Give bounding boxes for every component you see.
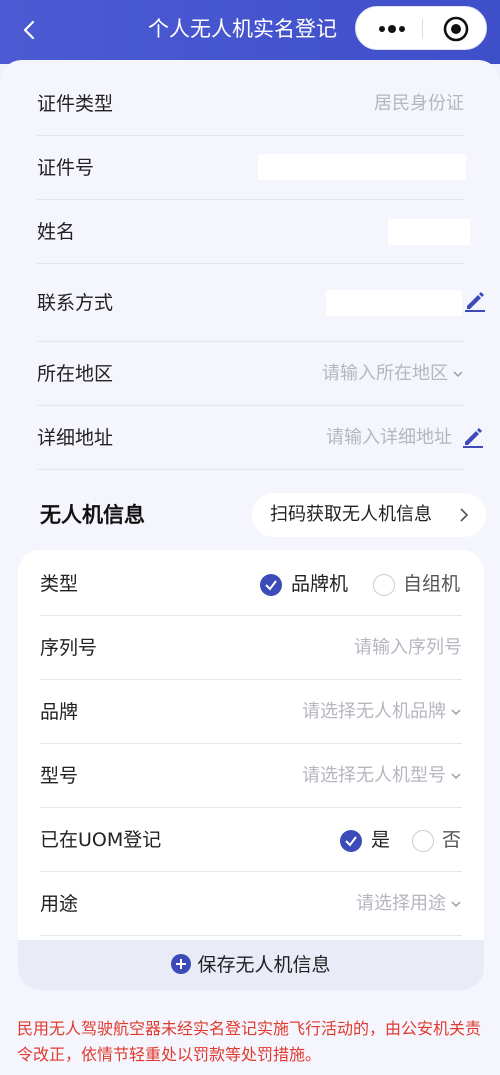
serial-label: 序列号 — [40, 637, 98, 659]
radio-brand-label[interactable]: 品牌机 — [291, 552, 348, 616]
chevron-down-icon — [451, 709, 461, 716]
region-label: 所在地区 — [37, 363, 114, 385]
drone-info-card: 类型 品牌机 自组机 序列号 请输入序列号 品牌 请选择无人机品牌 型号 请选择… — [18, 550, 484, 990]
region-row[interactable]: 所在地区 请输入所在地区 — [37, 342, 464, 406]
chevron-down-icon — [451, 773, 461, 780]
uom-label: 已在UOM登记 — [40, 829, 162, 851]
name-input[interactable] — [388, 219, 470, 245]
edit-contact-icon[interactable] — [463, 289, 487, 313]
radio-uom-yes-label[interactable]: 是 — [371, 808, 390, 872]
model-select[interactable]: 请选择无人机型号 — [302, 744, 462, 808]
serial-row: 序列号 请输入序列号 — [40, 616, 462, 680]
id-type-row[interactable]: 证件类型 居民身份证 — [37, 72, 464, 136]
chevron-down-icon — [451, 901, 461, 908]
save-button-label: 保存无人机信息 — [197, 954, 331, 976]
uom-row: 已在UOM登记 是 否 — [40, 808, 462, 872]
model-label: 型号 — [40, 765, 79, 787]
brand-label: 品牌 — [40, 701, 79, 723]
radio-uom-no-label[interactable]: 否 — [442, 808, 461, 872]
radio-uom-yes-selected[interactable] — [340, 830, 362, 852]
check-icon — [345, 836, 357, 847]
id-type-label: 证件类型 — [37, 93, 114, 115]
drone-type-row: 类型 品牌机 自组机 — [40, 552, 462, 616]
id-number-input[interactable] — [258, 154, 466, 180]
brand-row[interactable]: 品牌 请选择无人机品牌 — [40, 680, 462, 744]
drone-type-label: 类型 — [40, 573, 79, 595]
page-title: 个人无人机实名登记 — [148, 17, 337, 41]
id-number-label: 证件号 — [37, 157, 95, 179]
more-icon[interactable] — [374, 19, 410, 39]
plus-circle-icon — [171, 954, 192, 974]
usage-select[interactable]: 请选择用途 — [356, 872, 462, 936]
name-label: 姓名 — [37, 221, 76, 243]
radio-uom-no[interactable] — [412, 830, 434, 852]
region-select[interactable]: 请输入所在地区 — [322, 342, 464, 406]
check-icon — [265, 580, 277, 591]
legal-warning-text: 民用无人驾驶航空器未经实名登记实施飞行活动的，由公安机关责令改正，依情节轻重处以… — [17, 1019, 482, 1064]
radio-custom-label[interactable]: 自组机 — [403, 552, 460, 616]
capsule-divider — [422, 19, 423, 39]
contact-label: 联系方式 — [37, 292, 114, 314]
back-arrow-icon[interactable] — [18, 18, 42, 42]
drone-section-title: 无人机信息 — [40, 503, 145, 527]
radio-custom[interactable] — [373, 574, 395, 596]
usage-row[interactable]: 用途 请选择用途 — [40, 872, 462, 936]
address-row: 详细地址 请输入详细地址 — [37, 406, 464, 470]
chevron-down-icon — [453, 371, 463, 378]
contact-input[interactable] — [326, 290, 462, 316]
model-row[interactable]: 型号 请选择无人机型号 — [40, 744, 462, 808]
id-type-value: 居民身份证 — [374, 93, 464, 114]
edit-address-icon[interactable] — [461, 425, 485, 449]
save-drone-info-button[interactable]: 保存无人机信息 — [18, 940, 484, 990]
chevron-right-icon — [460, 508, 469, 522]
usage-placeholder: 请选择用途 — [356, 893, 446, 914]
brand-placeholder: 请选择无人机品牌 — [302, 701, 446, 722]
model-placeholder: 请选择无人机型号 — [302, 765, 446, 786]
mini-program-capsule — [355, 6, 487, 50]
close-target-icon[interactable] — [442, 15, 470, 43]
scan-button-label: 扫码获取无人机信息 — [270, 504, 432, 525]
region-placeholder: 请输入所在地区 — [322, 363, 448, 384]
address-input[interactable]: 请输入详细地址 — [326, 406, 452, 470]
radio-brand-selected[interactable] — [260, 574, 282, 596]
scan-drone-info-button[interactable]: 扫码获取无人机信息 — [252, 493, 486, 537]
address-label: 详细地址 — [37, 427, 114, 449]
brand-select[interactable]: 请选择无人机品牌 — [302, 680, 462, 744]
serial-input[interactable]: 请输入序列号 — [354, 616, 462, 680]
usage-label: 用途 — [40, 893, 79, 915]
header-bar: 个人无人机实名登记 — [0, 0, 500, 64]
